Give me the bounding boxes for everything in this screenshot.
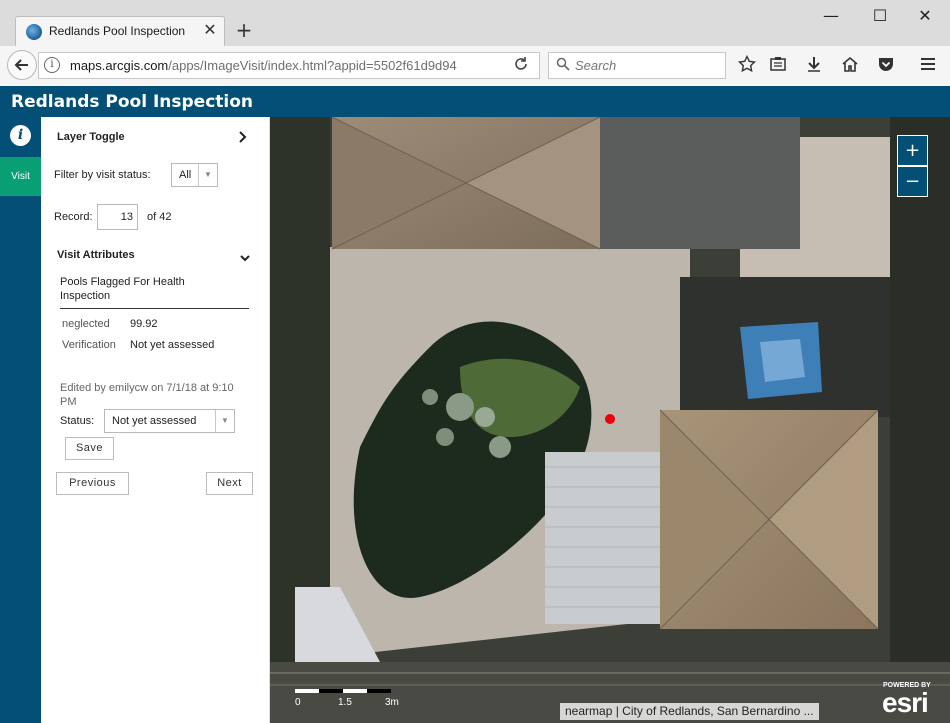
download-icon[interactable] <box>803 55 825 77</box>
pocket-icon[interactable] <box>875 55 897 77</box>
new-tab-button[interactable]: + <box>233 19 255 41</box>
url-text: maps.arcgis.com/apps/ImageVisit/index.ht… <box>70 58 457 73</box>
browser-nav-bar: i maps.arcgis.com/apps/ImageVisit/index.… <box>0 46 950 87</box>
minimize-button[interactable]: — <box>818 6 844 26</box>
attr-key-verification: Verification <box>62 339 116 351</box>
reading-list-icon[interactable] <box>767 55 789 77</box>
aerial-imagery: 0 1.5 3m <box>270 117 950 723</box>
previous-button[interactable]: Previous <box>56 472 129 495</box>
zoom-out-button[interactable]: − <box>897 166 928 197</box>
map-view[interactable]: 0 1.5 3m + − nearmap | City of Redlands,… <box>270 117 950 723</box>
zoom-in-button[interactable]: + <box>897 135 928 166</box>
scale-label-0: 0 <box>295 697 301 708</box>
record-label: Record: <box>54 211 93 223</box>
browser-tab-bar: Redlands Pool Inspection ✕ + — ☐ ✕ <box>0 0 950 47</box>
visit-panel: Layer Toggle Filter by visit status: All… <box>41 117 270 723</box>
attributes-title: Pools Flagged For Health Inspection <box>60 276 185 302</box>
attr-value-verification: Not yet assessed <box>130 339 215 351</box>
map-attribution: nearmap | City of Redlands, San Bernardi… <box>560 703 819 720</box>
home-icon[interactable] <box>839 55 861 77</box>
record-input[interactable]: 13 <box>97 204 138 230</box>
chevron-down-icon[interactable] <box>239 251 251 269</box>
app-title: Redlands Pool Inspection <box>11 92 254 112</box>
location-marker[interactable] <box>605 414 615 424</box>
esri-logo[interactable]: esri <box>882 687 929 719</box>
close-tab-icon[interactable]: ✕ <box>201 21 219 39</box>
browser-tab[interactable]: Redlands Pool Inspection ✕ <box>15 16 225 46</box>
chevron-down-icon: ▼ <box>215 410 234 432</box>
bookmark-star-icon[interactable] <box>736 54 758 77</box>
menu-icon[interactable] <box>917 55 939 77</box>
chevron-down-icon: ▼ <box>198 164 217 186</box>
app-header: Redlands Pool Inspection <box>0 86 950 117</box>
scale-label-2: 3m <box>385 697 399 708</box>
layer-toggle-label[interactable]: Layer Toggle <box>57 131 125 143</box>
edited-by-text: Edited by emilycw on 7/1/18 at 9:10 PM <box>60 382 234 408</box>
maximize-button[interactable]: ☐ <box>867 6 893 26</box>
record-total: of 42 <box>147 211 172 223</box>
status-select[interactable]: Not yet assessed ▼ <box>104 409 235 433</box>
back-button[interactable] <box>7 50 37 80</box>
record-value: 13 <box>120 211 133 223</box>
attr-value-neglected: 99.92 <box>130 318 158 330</box>
status-label: Status: <box>60 415 95 427</box>
status-value: Not yet assessed <box>112 415 197 427</box>
visit-tab[interactable]: Visit <box>0 157 41 196</box>
globe-icon <box>26 24 42 40</box>
filter-label: Filter by visit status: <box>54 169 151 181</box>
tab-title: Redlands Pool Inspection <box>49 24 186 38</box>
search-icon <box>556 57 570 75</box>
search-placeholder: Search <box>575 58 617 73</box>
scale-label-1: 1.5 <box>338 697 352 708</box>
visit-status-filter[interactable]: All ▼ <box>171 163 218 187</box>
search-input[interactable]: Search <box>548 52 726 79</box>
filter-value: All <box>179 169 192 181</box>
chevron-right-icon[interactable] <box>238 130 248 149</box>
site-info-icon[interactable]: i <box>44 57 60 73</box>
url-bar[interactable]: i maps.arcgis.com/apps/ImageVisit/index.… <box>38 52 540 79</box>
close-window-button[interactable]: ✕ <box>912 6 938 26</box>
reload-icon[interactable] <box>513 56 529 76</box>
visit-attributes-label[interactable]: Visit Attributes <box>57 249 135 261</box>
divider <box>60 308 249 309</box>
info-icon[interactable]: i <box>10 125 31 146</box>
arrow-left-icon <box>14 59 28 71</box>
left-rail: i Visit <box>0 117 41 723</box>
next-button[interactable]: Next <box>206 472 253 495</box>
save-button[interactable]: Save <box>65 437 114 460</box>
attr-key-neglected: neglected <box>62 318 110 330</box>
